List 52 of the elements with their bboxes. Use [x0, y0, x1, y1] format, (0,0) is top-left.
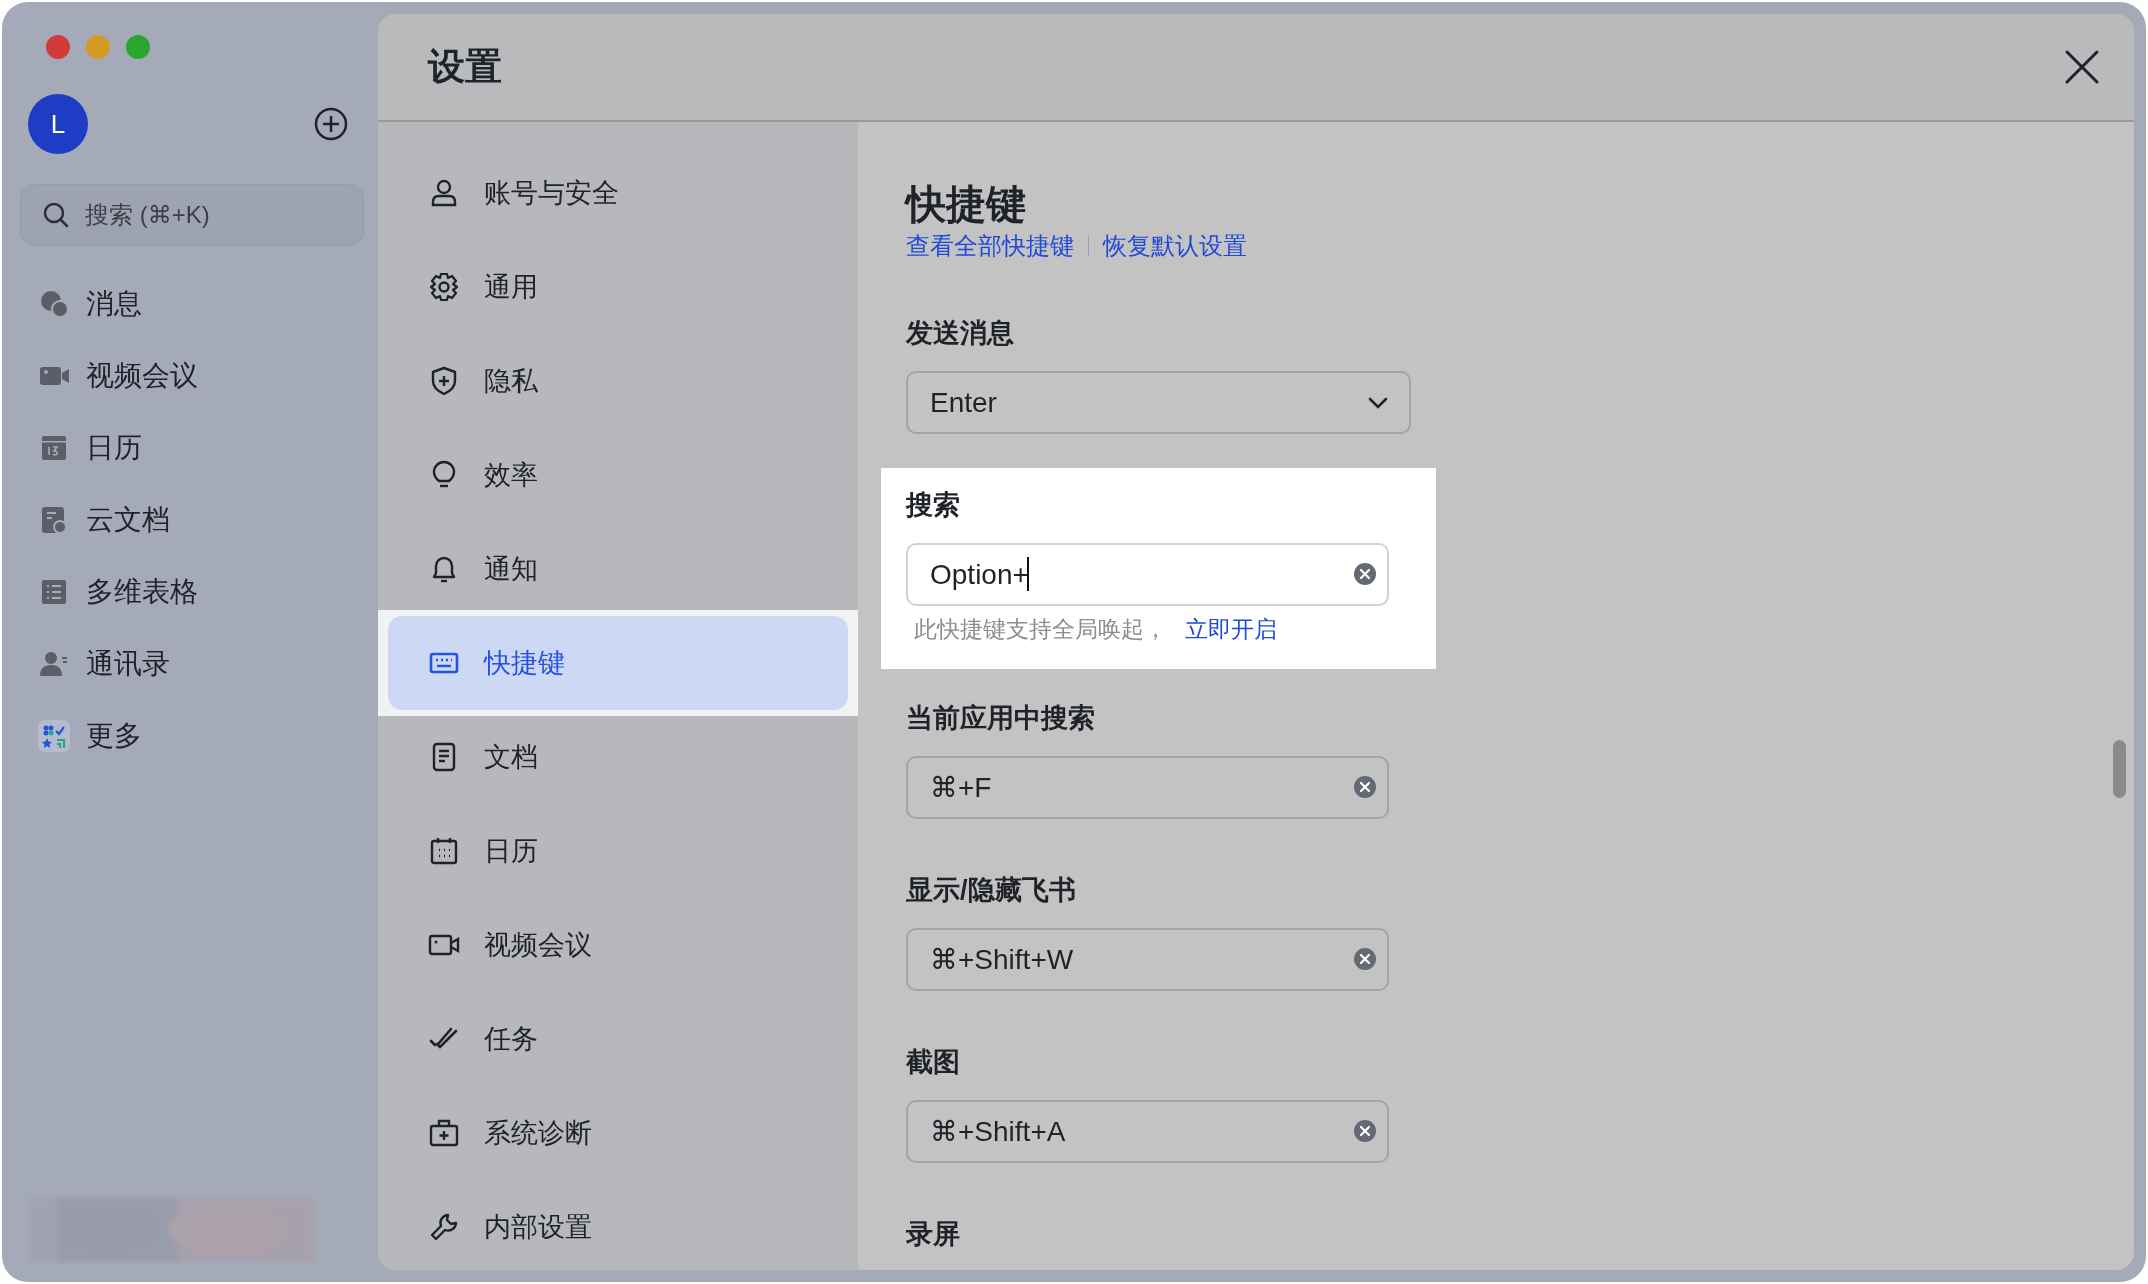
settings-nav-item[interactable]: 账号与安全 — [388, 152, 848, 234]
clear-icon[interactable] — [1353, 562, 1377, 586]
sidebar-item[interactable]: 通讯录 — [20, 628, 364, 700]
chevron-down-icon — [1367, 395, 1389, 410]
settings-nav-item[interactable]: 效率 — [388, 434, 848, 516]
settings-title: 设置 — [428, 44, 502, 89]
apps-grid-icon — [38, 720, 70, 752]
clear-icon[interactable] — [1353, 1118, 1377, 1143]
field-label: 截图 — [906, 1045, 961, 1079]
field-label: 发送消息 — [906, 317, 1015, 350]
field-label: 显示/隐藏飞书 — [906, 873, 1077, 907]
settings-nav-item[interactable]: 隐私 — [388, 340, 848, 422]
settings-nav-item[interactable]: 视频会议 — [388, 904, 848, 986]
settings-nav-item[interactable]: 任务 — [388, 998, 848, 1080]
scrollbar-thumb[interactable] — [2113, 740, 2126, 798]
field-label: 当前应用中搜索 — [906, 701, 1096, 735]
clear-icon[interactable] — [1353, 946, 1377, 971]
text-cursor — [1027, 557, 1029, 591]
sidebar-item[interactable]: 视频会议 — [20, 340, 364, 412]
link[interactable]: 恢复默认设置 — [1103, 228, 1247, 264]
sidebar-item[interactable]: 日历 — [20, 412, 364, 484]
settings-icon — [428, 271, 460, 303]
sidebar-item[interactable]: 消息 — [20, 268, 364, 340]
settings-nav-item[interactable]: 通用 — [388, 246, 848, 328]
clear-icon[interactable] — [1353, 774, 1377, 799]
search-icon — [42, 201, 70, 229]
settings-nav-item[interactable]: 系统诊断 — [388, 1092, 848, 1174]
calendar-icon — [428, 835, 460, 867]
medical-kit-icon — [428, 1117, 460, 1149]
sidebar-item[interactable]: 多维表格 — [20, 556, 364, 628]
shortcut-field[interactable]: ⌘+Shift+W — [906, 927, 1389, 991]
shortcut-field[interactable]: ⌘+F — [906, 755, 1389, 819]
shortcut-field[interactable]: Option+ — [906, 543, 1389, 606]
shortcut-field[interactable]: ⌘+Shift+A — [906, 1099, 1389, 1163]
settings-nav-item[interactable]: 通知 — [388, 528, 848, 610]
wrench-icon — [428, 1211, 460, 1243]
avatar[interactable]: L — [28, 94, 88, 154]
field-label: 搜索 — [906, 489, 961, 522]
shortcut-dropdown[interactable]: Enter — [906, 371, 1411, 434]
settings-nav-item[interactable]: 文档 — [388, 716, 848, 798]
field-label: 录屏 — [906, 1217, 961, 1251]
hint-text: 此快捷键支持全局唤起， — [914, 616, 1167, 642]
settings-nav-item[interactable]: 内部设置 — [388, 1186, 848, 1268]
search-field[interactable]: 搜索 (⌘+K) — [20, 184, 364, 246]
settings-nav-item[interactable]: 日历 — [388, 810, 848, 892]
settings-nav-item[interactable]: 快捷键 — [388, 616, 848, 710]
sidebar-item[interactable]: 云文档 — [20, 484, 364, 556]
section-title: 快捷键 — [906, 181, 1027, 228]
sidebar-item[interactable]: 更多 — [20, 700, 364, 772]
link[interactable]: 立即开启 — [1185, 616, 1277, 642]
add-icon[interactable] — [314, 107, 348, 141]
link[interactable]: 查看全部快捷键 — [906, 228, 1074, 264]
